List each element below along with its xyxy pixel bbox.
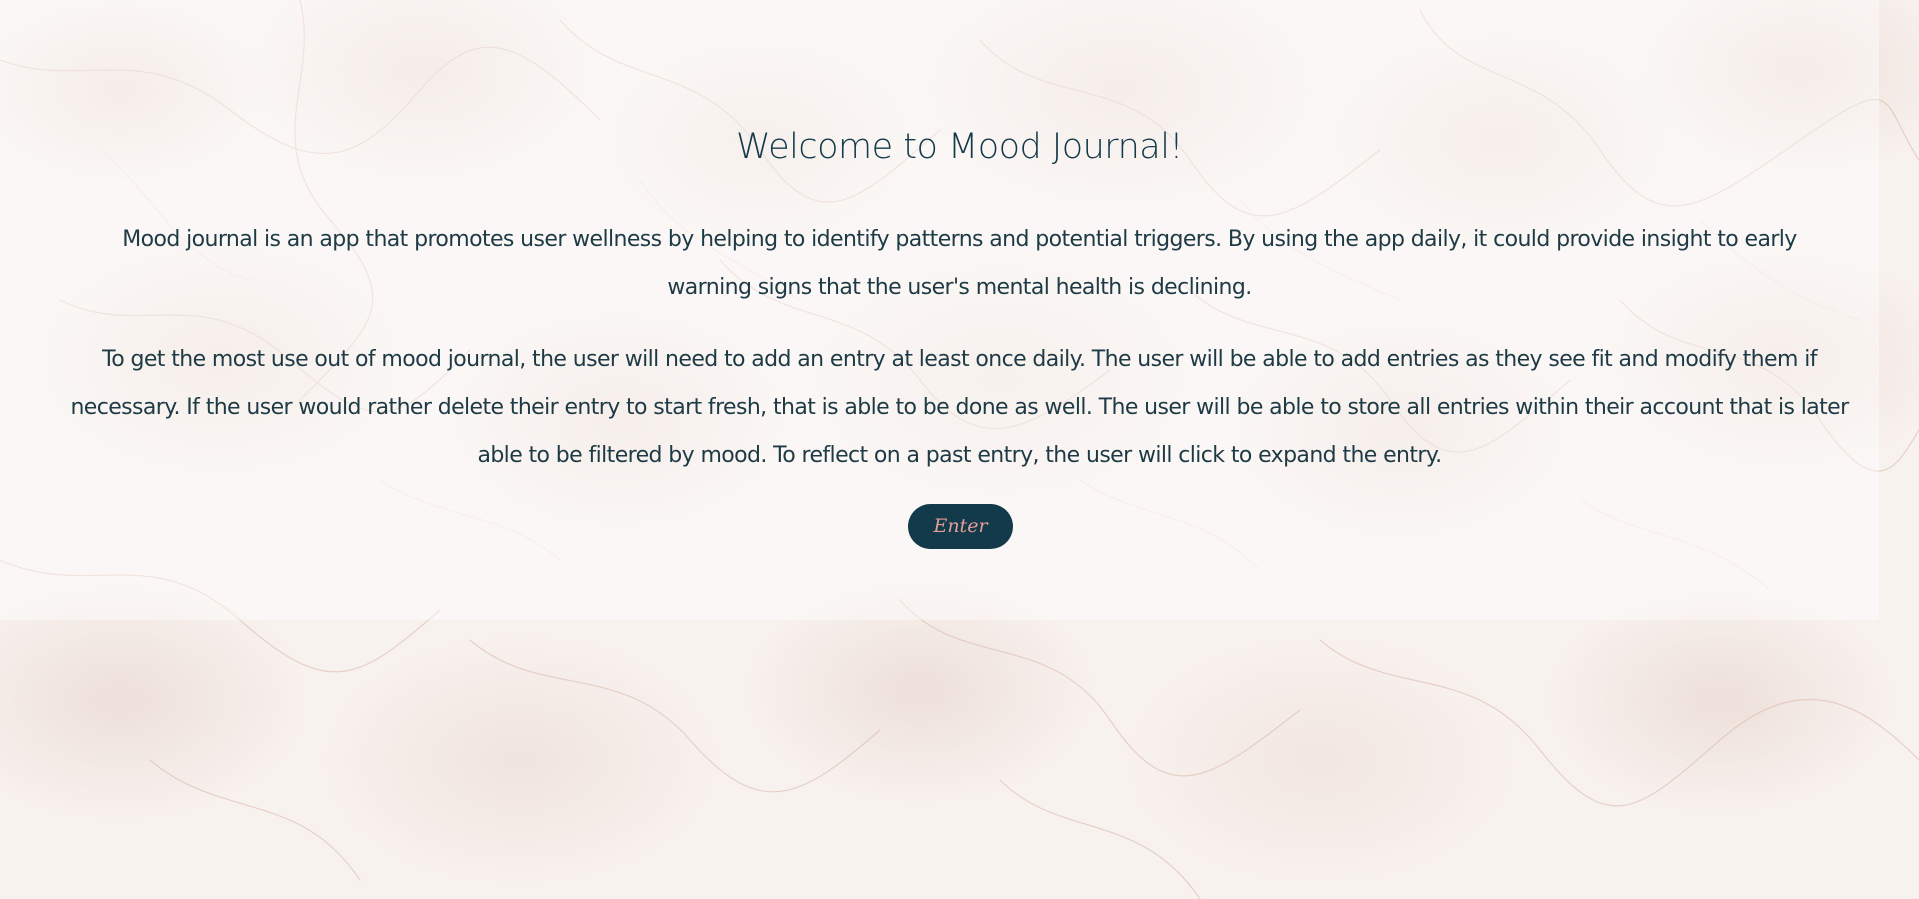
intro-paragraph: Mood journal is an app that promotes use… xyxy=(122,227,1797,300)
welcome-section: Welcome to Mood Journal! Mood journal is… xyxy=(0,0,1919,620)
enter-button[interactable]: Enter xyxy=(908,504,1013,549)
usage-paragraph: To get the most use out of mood journal,… xyxy=(70,347,1849,468)
page-title: Welcome to Mood Journal! xyxy=(736,127,1183,167)
